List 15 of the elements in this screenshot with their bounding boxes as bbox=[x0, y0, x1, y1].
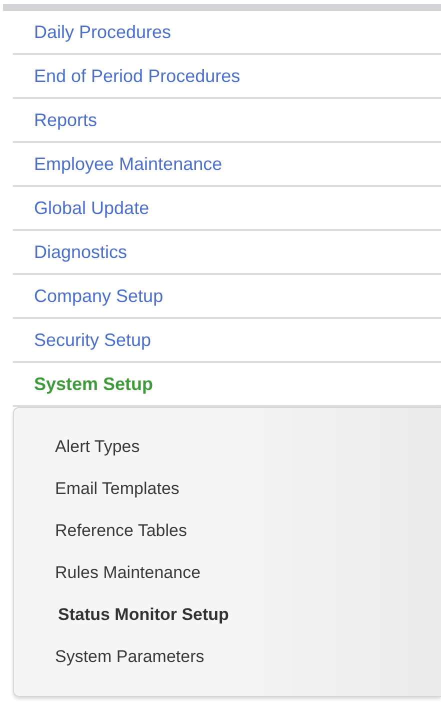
menu-item[interactable]: Employee Maintenance bbox=[34, 150, 222, 178]
menu-item[interactable]: Diagnostics bbox=[34, 238, 128, 266]
menu-item[interactable]: Reports bbox=[34, 106, 98, 134]
submenu-item[interactable]: System Parameters bbox=[55, 644, 204, 670]
submenu-item[interactable]: Alert Types bbox=[55, 434, 140, 460]
menu-item[interactable]: Security Setup bbox=[34, 326, 152, 354]
menu-item[interactable]: Global Update bbox=[34, 194, 150, 222]
menu-item[interactable]: System Setup bbox=[34, 370, 154, 398]
submenu-item[interactable]: Rules Maintenance bbox=[55, 560, 201, 586]
submenu-item[interactable]: Status Monitor Setup bbox=[58, 602, 229, 628]
menu-item[interactable]: End of Period Procedures bbox=[34, 62, 240, 90]
menu-item[interactable]: Daily Procedures bbox=[34, 18, 172, 46]
submenu-item[interactable]: Email Templates bbox=[55, 476, 180, 502]
submenu-item[interactable]: Reference Tables bbox=[55, 518, 187, 544]
menu-item[interactable]: Company Setup bbox=[34, 282, 164, 310]
